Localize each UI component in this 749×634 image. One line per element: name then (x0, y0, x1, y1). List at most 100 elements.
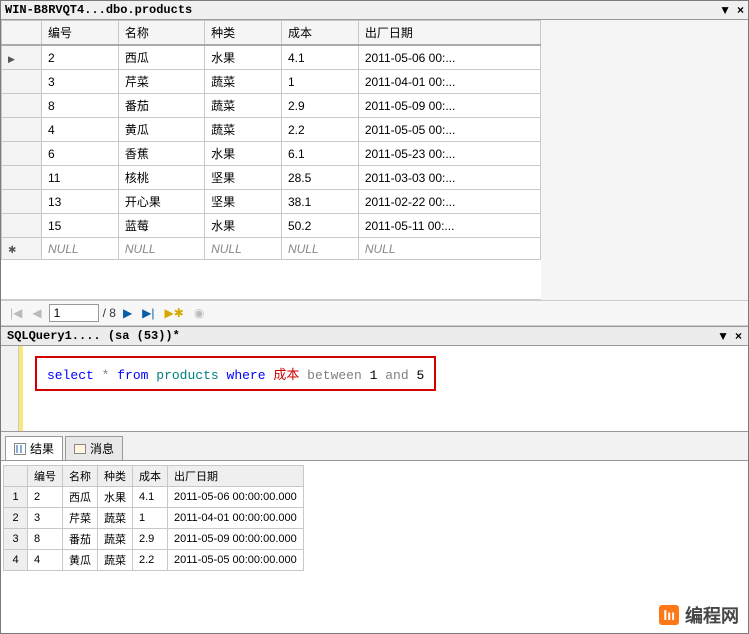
row-selector[interactable] (2, 45, 42, 70)
cell[interactable]: 2011-05-11 00:... (358, 214, 540, 238)
cell[interactable]: 番茄 (118, 94, 204, 118)
cell[interactable]: 11 (42, 166, 119, 190)
result-cell[interactable]: 2011-04-01 00:00:00.000 (168, 508, 304, 529)
cell[interactable]: 15 (42, 214, 119, 238)
result-cell[interactable]: 蔬菜 (98, 508, 133, 529)
null-cell[interactable]: NULL (118, 238, 204, 260)
rcol-cost[interactable]: 成本 (133, 466, 168, 487)
cell[interactable]: 水果 (205, 214, 282, 238)
cell[interactable]: 6.1 (281, 142, 358, 166)
table-row[interactable]: 11核桃坚果28.52011-03-03 00:... (2, 166, 541, 190)
prev-page-icon[interactable]: ◀ (29, 306, 44, 320)
result-cell[interactable]: 4 (28, 550, 63, 571)
result-cell[interactable]: 蔬菜 (98, 550, 133, 571)
data-grid[interactable]: 编号 名称 种类 成本 出厂日期 2西瓜水果4.12011-05-06 00:.… (1, 20, 541, 260)
row-selector[interactable] (2, 118, 42, 142)
table-row[interactable]: 8番茄蔬菜2.92011-05-09 00:... (2, 94, 541, 118)
cell[interactable]: 黄瓜 (118, 118, 204, 142)
cell[interactable]: 蓝莓 (118, 214, 204, 238)
cell[interactable]: 开心果 (118, 190, 204, 214)
cell[interactable]: 2.9 (281, 94, 358, 118)
cell[interactable]: 坚果 (205, 190, 282, 214)
rcol-date[interactable]: 出厂日期 (168, 466, 304, 487)
new-row-icon[interactable]: ▶✱ (162, 306, 187, 320)
cell[interactable]: 3 (42, 70, 119, 94)
result-cell[interactable]: 2.9 (133, 529, 168, 550)
cell[interactable]: 核桃 (118, 166, 204, 190)
cell[interactable]: 2 (42, 45, 119, 70)
result-cell[interactable]: 8 (28, 529, 63, 550)
cell[interactable]: 芹菜 (118, 70, 204, 94)
last-page-icon[interactable]: ▶| (139, 306, 157, 320)
table-row[interactable]: 4黄瓜蔬菜2.22011-05-05 00:... (2, 118, 541, 142)
table-row[interactable]: 2西瓜水果4.12011-05-06 00:... (2, 45, 541, 70)
result-cell[interactable]: 2.2 (133, 550, 168, 571)
result-cell[interactable]: 2011-05-09 00:00:00.000 (168, 529, 304, 550)
table-row[interactable]: 6香蕉水果6.12011-05-23 00:... (2, 142, 541, 166)
result-row[interactable]: 23芹菜蔬菜12011-04-01 00:00:00.000 (4, 508, 304, 529)
tab-messages[interactable]: 消息 (65, 436, 123, 460)
cell[interactable]: 水果 (205, 45, 282, 70)
col-id[interactable]: 编号 (42, 21, 119, 46)
result-cell[interactable]: 水果 (98, 487, 133, 508)
page-input[interactable] (49, 304, 99, 322)
cell[interactable]: 1 (281, 70, 358, 94)
table-row[interactable]: 13开心果坚果38.12011-02-22 00:... (2, 190, 541, 214)
cell[interactable]: 2011-05-23 00:... (358, 142, 540, 166)
tab-results[interactable]: 结果 (5, 436, 63, 460)
next-page-icon[interactable]: ▶ (120, 306, 135, 320)
close-icon[interactable]: × (735, 329, 742, 343)
cell[interactable]: 4 (42, 118, 119, 142)
table-row[interactable]: 3芹菜蔬菜12011-04-01 00:... (2, 70, 541, 94)
result-cell[interactable]: 4.1 (133, 487, 168, 508)
sql-editor[interactable]: select * from products where 成本 between … (1, 346, 748, 431)
cell[interactable]: 香蕉 (118, 142, 204, 166)
close-icon[interactable]: × (737, 3, 744, 17)
cell[interactable]: 蔬菜 (205, 118, 282, 142)
cell[interactable]: 6 (42, 142, 119, 166)
result-cell[interactable]: 3 (28, 508, 63, 529)
top-tab-title[interactable]: WIN-B8RVQT4...dbo.products (5, 3, 192, 17)
result-cell[interactable]: 2011-05-06 00:00:00.000 (168, 487, 304, 508)
rcol-kind[interactable]: 种类 (98, 466, 133, 487)
stop-icon[interactable]: ◉ (191, 306, 207, 320)
rcol-name[interactable]: 名称 (63, 466, 98, 487)
cell[interactable]: 38.1 (281, 190, 358, 214)
result-cell[interactable]: 芹菜 (63, 508, 98, 529)
result-cell[interactable]: 1 (133, 508, 168, 529)
col-kind[interactable]: 种类 (205, 21, 282, 46)
result-cell[interactable]: 西瓜 (63, 487, 98, 508)
cell[interactable]: 4.1 (281, 45, 358, 70)
cell[interactable]: 蔬菜 (205, 70, 282, 94)
col-date[interactable]: 出厂日期 (358, 21, 540, 46)
table-row[interactable]: 15蓝莓水果50.22011-05-11 00:... (2, 214, 541, 238)
cell[interactable]: 2.2 (281, 118, 358, 142)
result-row[interactable]: 38番茄蔬菜2.92011-05-09 00:00:00.000 (4, 529, 304, 550)
row-selector[interactable] (2, 214, 42, 238)
null-cell[interactable]: NULL (205, 238, 282, 260)
result-cell[interactable]: 番茄 (63, 529, 98, 550)
row-selector[interactable] (2, 142, 42, 166)
result-cell[interactable]: 蔬菜 (98, 529, 133, 550)
col-cost[interactable]: 成本 (281, 21, 358, 46)
cell[interactable]: 水果 (205, 142, 282, 166)
cell[interactable]: 西瓜 (118, 45, 204, 70)
cell[interactable]: 2011-03-03 00:... (358, 166, 540, 190)
first-page-icon[interactable]: |◀ (7, 306, 25, 320)
null-cell[interactable]: NULL (281, 238, 358, 260)
null-cell[interactable]: NULL (358, 238, 540, 260)
cell[interactable]: 2011-05-06 00:... (358, 45, 540, 70)
cell[interactable]: 坚果 (205, 166, 282, 190)
result-cell[interactable]: 黄瓜 (63, 550, 98, 571)
rcol-id[interactable]: 编号 (28, 466, 63, 487)
pin-icon[interactable]: ▼ (717, 329, 729, 343)
row-selector[interactable] (2, 94, 42, 118)
null-cell[interactable]: NULL (42, 238, 119, 260)
result-row[interactable]: 12西瓜水果4.12011-05-06 00:00:00.000 (4, 487, 304, 508)
cell[interactable]: 2011-05-09 00:... (358, 94, 540, 118)
cell[interactable]: 28.5 (281, 166, 358, 190)
cell[interactable]: 2011-02-22 00:... (358, 190, 540, 214)
cell[interactable]: 2011-04-01 00:... (358, 70, 540, 94)
col-name[interactable]: 名称 (118, 21, 204, 46)
result-cell[interactable]: 2 (28, 487, 63, 508)
